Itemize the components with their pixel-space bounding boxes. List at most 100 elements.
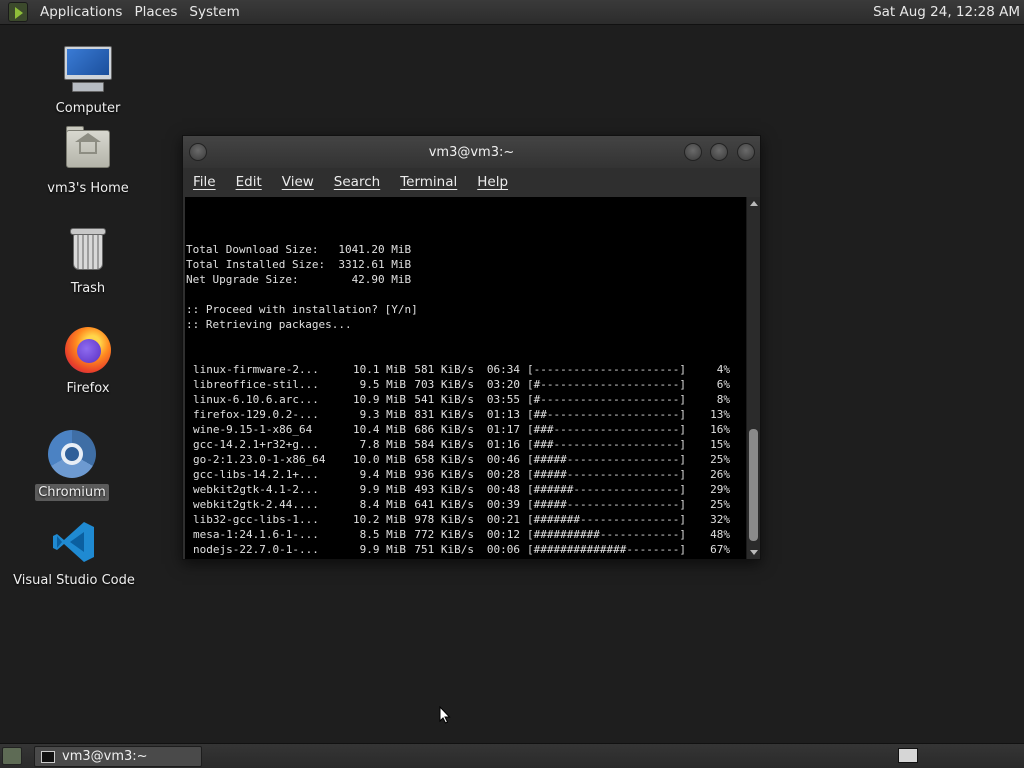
package-row: libreoffice-stil... 9.5 MiB 703 KiB/s 03:20… [186,377,730,392]
window-titlebar[interactable]: vm3@vm3:~ [183,136,760,168]
progress-bar: [#---------------------] [527,378,686,391]
desktop-icon-home[interactable]: vm3's Home [28,124,148,197]
window-menu-icon[interactable] [189,143,207,161]
progress-percent: 67% [710,543,730,556]
download-eta: 03:20 [486,378,520,391]
download-eta: 01:16 [486,438,520,451]
clock[interactable]: Sat Aug 24, 12:28 AM [873,4,1020,20]
package-name: lib32-gcc-libs-1... [193,513,319,526]
menu-logo-icon[interactable] [8,2,28,22]
minimize-icon[interactable] [684,143,702,161]
download-rate: 831 KiB/s [414,408,474,421]
download-rate: 978 KiB/s [414,513,474,526]
package-size: 9.9 MiB [359,543,406,556]
terminal-window[interactable]: vm3@vm3:~ File Edit View Search Terminal… [182,135,761,560]
package-size: 7.8 MiB [359,438,406,451]
download-eta: 00:21 [486,513,520,526]
progress-bar: [##--------------------] [527,408,686,421]
menu-search[interactable]: Search [324,174,390,190]
package-size: 9.3 MiB [326,557,406,559]
home-folder-icon [62,124,114,176]
vscode-icon [48,516,100,568]
progress-bar: [#####-----------------] [527,498,686,511]
download-eta: 00:06 [486,543,520,556]
system-menu[interactable]: System [183,0,245,25]
package-name: wine-9.15-1-x86_64 [193,423,313,436]
menu-file[interactable]: File [183,174,226,190]
progress-bar: [###-------------------] [527,438,686,451]
applications-menu[interactable]: Applications [34,0,128,25]
download-rate: 541 KiB/s [414,393,474,406]
download-rate: 936 KiB/s [414,468,474,481]
progress-bar: [##########------------] [527,528,686,541]
taskbar-button-terminal[interactable]: vm3@vm3:~ [34,746,202,767]
package-name: gcc-14.2.1+r32+g... [193,438,319,451]
package-size: 10.2 MiB [353,513,406,526]
package-progress-list: linux-firmware-2... 10.1 MiB 581 KiB/s 06:3… [186,362,730,559]
places-menu[interactable]: Places [128,0,183,25]
package-row: firefox-129.0.2-... 9.3 MiB 831 KiB/s 01:13… [186,407,730,422]
desktop-icon-firefox[interactable]: Firefox [28,324,148,397]
workspace-switcher[interactable] [898,748,918,763]
download-rate: 778 KiB/s [406,557,474,559]
download-rate: 703 KiB/s [414,378,474,391]
menu-help[interactable]: Help [467,174,518,190]
terminal-text: Total Download Size: 1041.20 MiB Total In… [186,212,730,559]
progress-percent: 48% [710,528,730,541]
package-name: webkit2gtk-2.44.... [193,498,319,511]
menu-view[interactable]: View [272,174,324,190]
desktop-icon-trash[interactable]: Trash [28,224,148,297]
close-icon[interactable] [737,143,755,161]
download-eta: 00:03 [474,557,520,559]
package-size: 8.5 MiB [359,528,406,541]
progress-bar: [#####-----------------] [527,453,686,466]
terminal-line: Total Download Size: 1041.20 MiB [186,243,412,256]
download-rate: 686 KiB/s [414,423,474,436]
download-eta: 06:34 [486,363,520,376]
scroll-down-icon[interactable] [750,550,758,555]
mouse-cursor-icon [439,706,451,724]
desktop-icon-vscode[interactable]: Visual Studio Code [13,516,135,589]
desktop-icon-label: Chromium [35,484,109,501]
menu-terminal[interactable]: Terminal [390,174,467,190]
package-row: mesa-1:24.1.6-1-... 8.5 MiB 772 KiB/s 00:12… [186,527,730,542]
terminal-output[interactable]: Total Download Size: 1041.20 MiB Total In… [185,197,746,559]
menu-edit[interactable]: Edit [226,174,272,190]
progress-percent: 29% [710,483,730,496]
computer-icon [62,44,114,96]
progress-percent: 13% [710,408,730,421]
package-row: wine-9.15-1-x86_64 10.4 MiB 686 KiB/s 01:17… [186,422,730,437]
download-rate: 772 KiB/s [414,528,474,541]
terminal-icon [41,750,55,763]
terminal-line: :: Proceed with installation? [Y/n] [186,303,418,316]
progress-percent: 4% [716,363,730,376]
progress-percent: 8% [716,393,730,406]
package-size: 9.9 MiB [359,483,406,496]
top-panel: Applications Places System Sat Aug 24, 1… [0,0,1024,25]
package-size: 8.4 MiB [359,498,406,511]
progress-percent: 25% [710,453,730,466]
package-row: gcc-libs-14.2.1+... 9.4 MiB 936 KiB/s 00:28… [186,467,730,482]
package-name: linux-firmware-2... [193,363,319,376]
show-desktop-icon[interactable] [2,747,22,765]
scrollbar-thumb[interactable] [749,429,758,541]
desktop-icon-computer[interactable]: Computer [28,44,148,117]
download-eta: 01:13 [486,408,520,421]
summary-block: Total Download Size: 1041.20 MiB Total In… [186,242,730,332]
progress-bar: [#######---------------] [527,513,686,526]
desktop-icon-chromium[interactable]: Chromium [12,428,132,501]
terminal-line: Total Installed Size: 3312.61 MiB [186,258,412,271]
maximize-icon[interactable] [710,143,728,161]
package-size: 9.3 MiB [359,408,406,421]
package-name: nodejs-22.7.0-1-... [193,543,319,556]
progress-bar: [######----------------] [527,483,686,496]
package-name: libreoffice-stil... [193,378,319,391]
package-size: 10.1 MiB [353,363,406,376]
package-row: lib32-gcc-libs-1... 10.2 MiB 978 KiB/s 00:2… [186,512,730,527]
taskbar-button-label: vm3@vm3:~ [62,749,148,764]
firefox-icon [62,324,114,376]
scroll-up-icon[interactable] [750,201,758,206]
terminal-scrollbar[interactable] [746,197,760,559]
package-name: gcc-libs-14.2.1+... [193,468,319,481]
package-size: 9.4 MiB [359,468,406,481]
